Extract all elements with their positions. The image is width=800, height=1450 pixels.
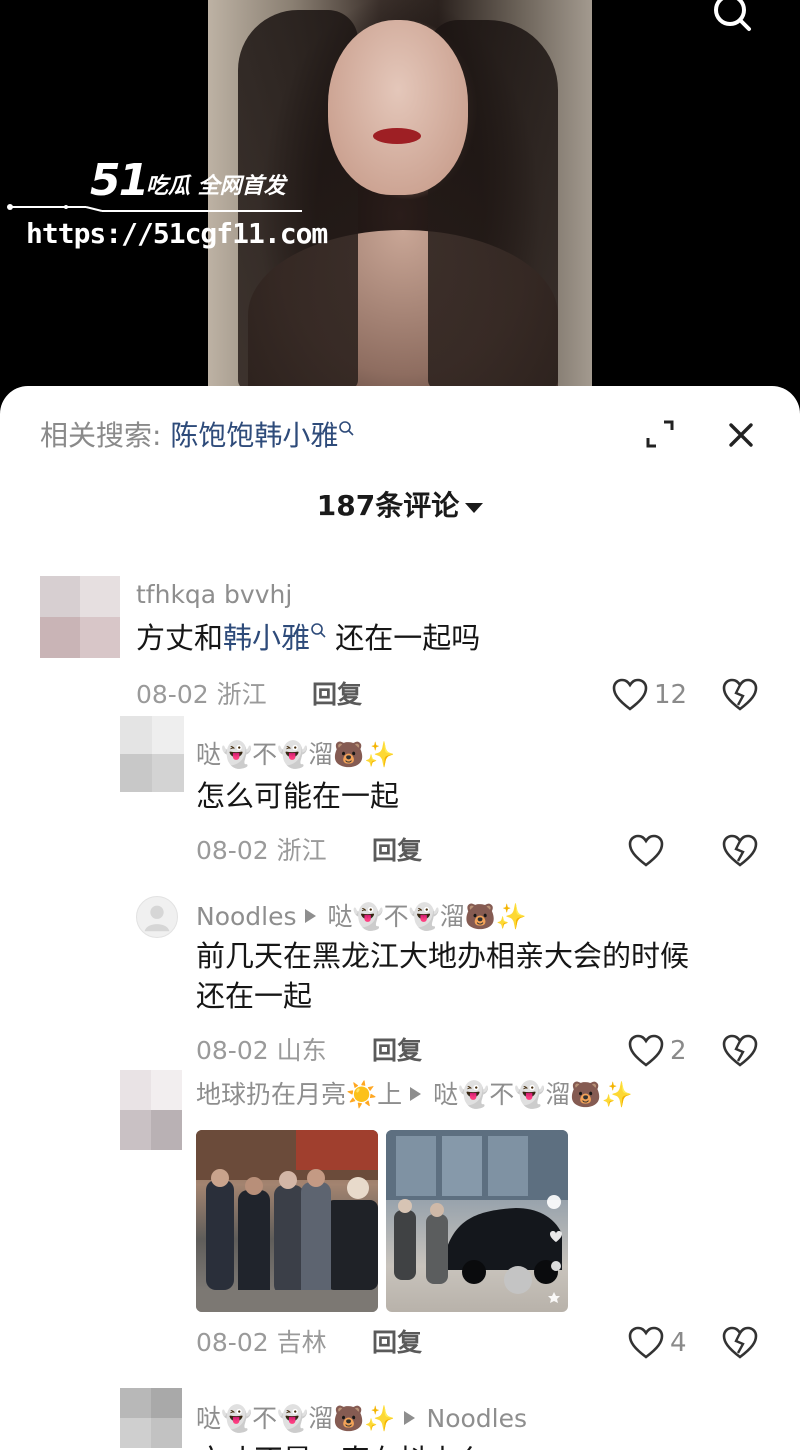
broken-heart-icon[interactable]: [722, 834, 758, 868]
reply-item: 哒👻不👻溜🐻✨ 怎么可能在一起 08-02 浙江 回复: [0, 716, 800, 868]
heart-icon[interactable]: [628, 1326, 664, 1360]
video-area[interactable]: 51 吃瓜 全网首发 https://51cgf11.com: [0, 0, 800, 400]
broken-heart-icon[interactable]: [722, 1326, 758, 1360]
like-count: 12: [654, 680, 688, 710]
comment-image[interactable]: [196, 1130, 378, 1312]
comment-text: 怎么可能在一起: [196, 779, 400, 813]
comment-text: 前几天在黑龙江大地办相亲大会的时候 还在一起: [196, 939, 690, 1013]
comment-item: tfhkqa bvvhj 方丈和韩小雅 还在一起吗 08-02 浙江 回复 12: [0, 572, 800, 712]
heart-icon[interactable]: [612, 678, 648, 712]
people-photo: [196, 1130, 378, 1312]
comment-username[interactable]: 哒👻不👻溜🐻✨: [196, 738, 396, 772]
avatar[interactable]: [120, 1388, 182, 1448]
reply-target[interactable]: 哒👻不👻溜🐻✨: [328, 902, 528, 931]
comment-username: Noodles 哒👻不👻溜🐻✨: [196, 900, 527, 934]
comment-count: 187条评论: [316, 489, 460, 522]
expand-icon[interactable]: [644, 418, 676, 450]
avatar[interactable]: [120, 716, 184, 792]
small-search-icon: [339, 421, 354, 436]
default-avatar-icon: [144, 905, 170, 932]
reply-button[interactable]: 回复: [372, 1034, 422, 1068]
reply-item: 哒👻不👻溜🐻✨ Noodles 方丈不是一直在抖山么: [0, 1386, 800, 1450]
comment-search-link[interactable]: 韩小雅: [223, 621, 326, 655]
like-count: 2: [670, 1036, 687, 1066]
watermark-brand: 51: [90, 155, 149, 206]
comment-meta: 08-02 吉林: [196, 1328, 327, 1357]
comment-sheet: 相关搜索: 陈饱饱韩小雅 187条评论 tfhkqa bvvhj 方丈和韩小雅 …: [0, 386, 800, 1450]
comment-image[interactable]: [386, 1130, 568, 1312]
related-search-label: 相关搜索:: [40, 419, 162, 452]
reply-target[interactable]: 哒👻不👻溜🐻✨: [433, 1080, 633, 1109]
comment-username: 哒👻不👻溜🐻✨ Noodles: [196, 1402, 527, 1436]
broken-heart-icon[interactable]: [722, 1034, 758, 1068]
reply-arrow-icon: [410, 1087, 422, 1101]
comment-meta: 08-02 山东: [196, 1036, 327, 1065]
avatar[interactable]: [136, 896, 178, 938]
reply-item: 地球扔在月亮☀️上 哒👻不👻溜🐻✨ 08-02 吉林 回复 4: [0, 1070, 800, 1380]
comment-username: 地球扔在月亮☀️上 哒👻不👻溜🐻✨: [196, 1078, 633, 1112]
watermark-tagline: 吃瓜 全网首发: [146, 174, 286, 199]
chevron-down-icon: [465, 502, 484, 513]
reply-item: Noodles 哒👻不👻溜🐻✨ 前几天在黑龙江大地办相亲大会的时候 还在一起 08…: [0, 892, 800, 1072]
like-count: 4: [670, 1328, 687, 1358]
reply-author[interactable]: Noodles: [196, 902, 297, 931]
comment-meta: 08-02 浙江: [196, 836, 327, 865]
avatar[interactable]: [40, 576, 120, 658]
reply-target[interactable]: Noodles: [427, 1404, 528, 1433]
avatar[interactable]: [120, 1070, 182, 1150]
car-photo: [386, 1130, 568, 1303]
related-search-term[interactable]: 陈饱饱韩小雅: [170, 419, 354, 452]
comment-username[interactable]: tfhkqa bvvhj: [136, 578, 292, 612]
related-search: 相关搜索: 陈饱饱韩小雅: [40, 416, 354, 456]
heart-icon[interactable]: [628, 1034, 664, 1068]
reply-arrow-icon: [403, 1411, 415, 1425]
watermark: 51 吃瓜 全网首发 https://51cgf11.com: [6, 150, 328, 260]
watermark-line-decoration: [7, 204, 302, 212]
search-icon[interactable]: [708, 0, 752, 38]
reply-arrow-icon: [304, 909, 316, 923]
comment-text: 方丈和韩小雅 还在一起吗: [136, 621, 481, 655]
reply-button[interactable]: 回复: [372, 834, 422, 868]
reply-author[interactable]: 地球扔在月亮☀️上: [196, 1080, 402, 1109]
reply-button[interactable]: 回复: [372, 1326, 422, 1360]
broken-heart-icon[interactable]: [722, 678, 758, 712]
small-search-icon: [311, 623, 326, 638]
comment-meta: 08-02 浙江: [136, 680, 267, 709]
reply-button[interactable]: 回复: [312, 678, 362, 712]
watermark-url: https://51cgf11.com: [26, 217, 328, 250]
heart-icon[interactable]: [628, 834, 664, 868]
comment-count-header[interactable]: 187条评论: [0, 486, 800, 526]
reply-author[interactable]: 哒👻不👻溜🐻✨: [196, 1404, 396, 1433]
close-icon[interactable]: [724, 418, 758, 452]
comment-text: 方丈不是一直在抖山么: [196, 1440, 486, 1450]
app-screen: 51 吃瓜 全网首发 https://51cgf11.com 相关搜索: 陈饱饱…: [0, 0, 800, 1450]
